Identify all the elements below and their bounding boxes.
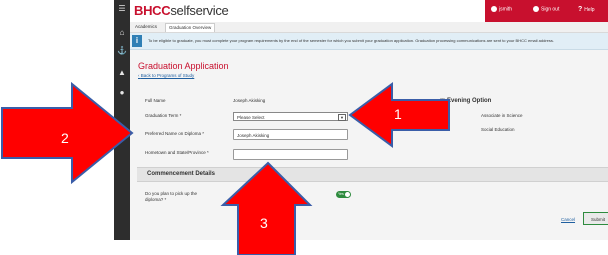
arrow-2-label: 2: [61, 130, 69, 146]
arrow-3-pointing-up: [220, 161, 313, 255]
arrow-3-label: 3: [260, 215, 268, 231]
arrow-1-label: 1: [394, 106, 402, 122]
annotation-arrows: [1, 81, 450, 255]
